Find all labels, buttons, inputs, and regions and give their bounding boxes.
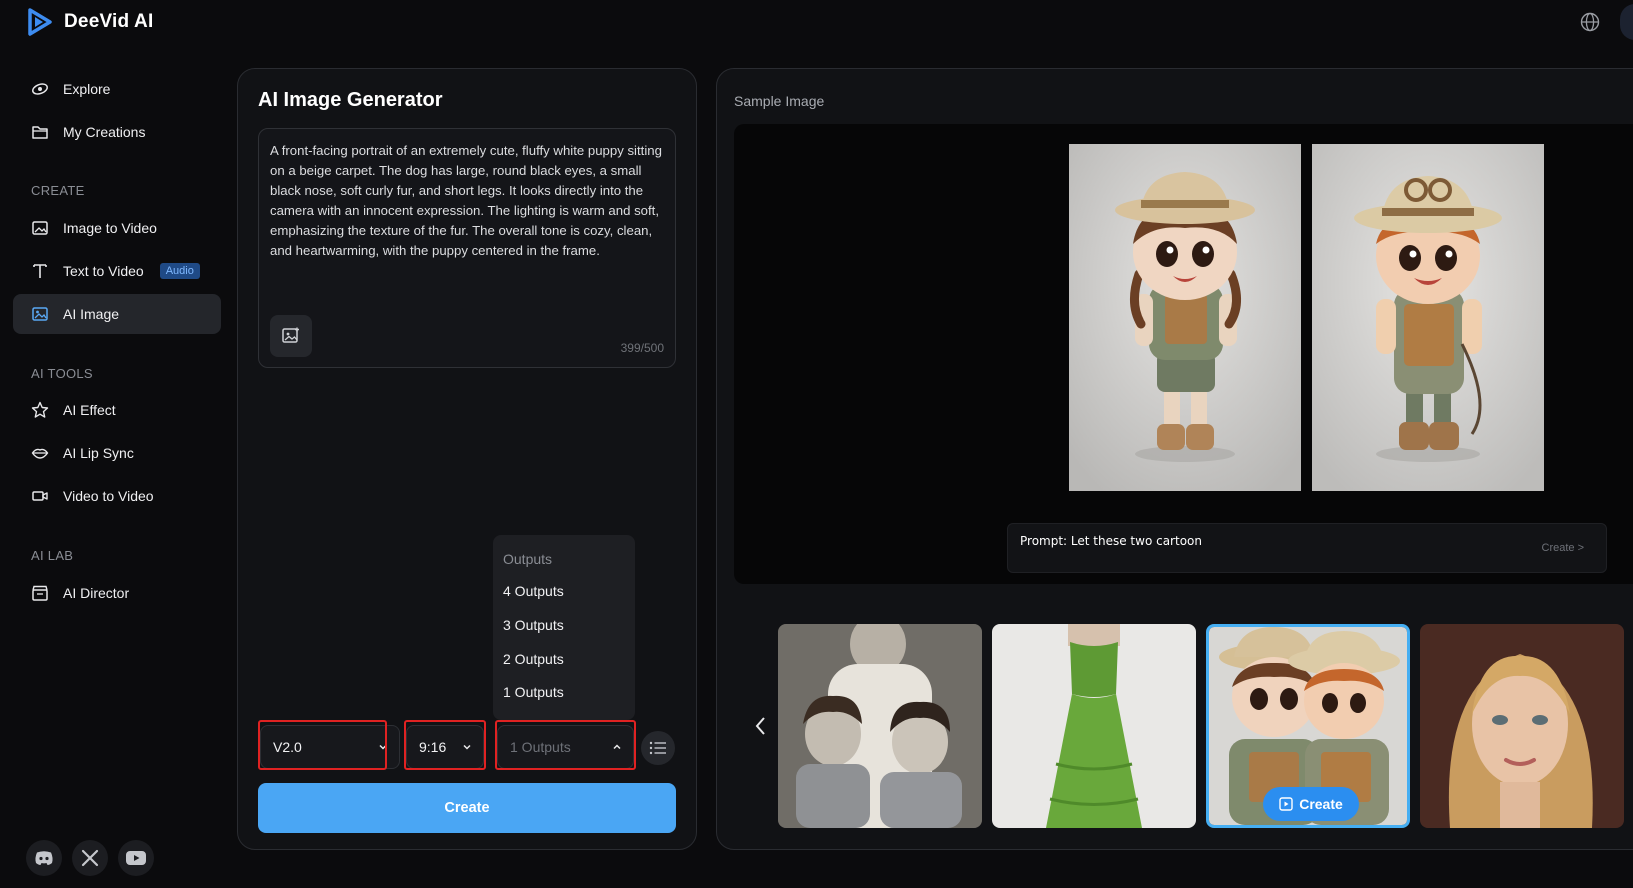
outputs-option-4[interactable]: 4 Outputs xyxy=(503,583,564,599)
thumb-cartoon-kids[interactable]: Create xyxy=(1206,624,1410,828)
video-play-icon xyxy=(1279,797,1293,811)
sidebar-item-label: Image to Video xyxy=(63,220,157,236)
outputs-dropdown-menu: Outputs 4 Outputs 3 Outputs 2 Outputs 1 … xyxy=(493,535,635,720)
model-select[interactable]: V2.0 xyxy=(260,725,400,769)
clapperboard-icon xyxy=(32,585,48,601)
youtube-icon xyxy=(126,851,146,865)
create-button[interactable]: Create xyxy=(258,783,676,833)
sidebar-item-label: Text to Video xyxy=(63,263,144,279)
ratio-value: 9:16 xyxy=(419,739,447,755)
app-name: DeeVid AI xyxy=(64,11,154,32)
sidebar-item-image-to-video[interactable]: Image to Video xyxy=(13,208,221,248)
prompt-textarea[interactable]: A front-facing portrait of an extremely … xyxy=(258,128,676,368)
chevron-up-icon xyxy=(613,744,621,750)
sample-prompt-text: Prompt: Let these two cartoon xyxy=(1020,534,1202,548)
audio-badge: Audio xyxy=(159,263,200,279)
star-icon xyxy=(31,401,49,418)
user-avatar[interactable] xyxy=(1620,4,1633,40)
outputs-option-3[interactable]: 3 Outputs xyxy=(503,617,564,633)
x-link[interactable] xyxy=(72,840,108,876)
sidebar-item-label: AI Director xyxy=(63,585,130,601)
sidebar-item-ai-image[interactable]: AI Image xyxy=(13,294,221,334)
lips-icon xyxy=(31,448,49,459)
discord-icon xyxy=(35,851,53,865)
globe-icon[interactable] xyxy=(1580,12,1600,32)
section-ai-tools-title: AI TOOLS xyxy=(31,366,93,381)
thumb-create-label: Create xyxy=(1299,796,1343,812)
outputs-option-1[interactable]: 1 Outputs xyxy=(503,684,564,700)
sidebar-item-explore[interactable]: Explore xyxy=(13,69,221,109)
chevron-left-icon[interactable] xyxy=(753,715,767,737)
explore-icon xyxy=(32,83,48,95)
sidebar-item-label: AI Effect xyxy=(63,402,116,418)
ratio-select[interactable]: 9:16 xyxy=(406,725,484,769)
outputs-select[interactable]: 1 Outputs xyxy=(497,725,634,769)
image-video-icon xyxy=(32,221,48,235)
sidebar-item-text-to-video[interactable]: Text to Video Audio xyxy=(13,251,221,291)
sidebar-item-label: Explore xyxy=(63,81,111,97)
sample-image-boy xyxy=(1312,144,1544,491)
outputs-menu-header: Outputs xyxy=(503,551,553,567)
sample-panel: Sample Image Prompt: Let these two carto… xyxy=(716,68,1633,850)
char-count: 399/500 xyxy=(620,341,664,355)
outputs-option-2[interactable]: 2 Outputs xyxy=(503,651,564,667)
chevron-down-icon xyxy=(463,744,471,750)
thumb-green-dress[interactable] xyxy=(992,624,1196,828)
settings-list-button[interactable] xyxy=(641,731,675,765)
thumb-blonde-woman[interactable] xyxy=(1420,624,1624,828)
thumb-create-button[interactable]: Create xyxy=(1263,787,1359,821)
list-icon xyxy=(649,741,666,755)
sidebar-item-ai-lip-sync[interactable]: AI Lip Sync xyxy=(13,433,221,473)
sidebar-item-ai-effect[interactable]: AI Effect xyxy=(13,390,221,430)
section-ai-lab-title: AI LAB xyxy=(31,548,74,563)
sample-image-girl xyxy=(1069,144,1301,491)
prompt-text[interactable]: A front-facing portrait of an extremely … xyxy=(270,141,666,261)
image-upload-icon xyxy=(282,327,299,343)
sidebar-item-label: My Creations xyxy=(63,124,146,140)
video-camera-icon xyxy=(32,491,48,501)
section-create-title: CREATE xyxy=(31,183,85,198)
youtube-link[interactable] xyxy=(118,840,154,876)
sample-image-label: Sample Image xyxy=(734,93,825,109)
ai-image-icon xyxy=(32,307,48,321)
model-value: V2.0 xyxy=(273,739,302,755)
sidebar: Explore My Creations CREATE Image to Vid… xyxy=(0,60,230,888)
page-title: AI Image Generator xyxy=(258,89,443,111)
upload-image-button[interactable] xyxy=(270,315,312,357)
sample-prompt-bar: Prompt: Let these two cartoon Create > xyxy=(1007,523,1607,573)
thumb-vintage-family[interactable] xyxy=(778,624,982,828)
discord-link[interactable] xyxy=(26,840,62,876)
sidebar-item-label: AI Lip Sync xyxy=(63,445,134,461)
sidebar-item-ai-director[interactable]: AI Director xyxy=(13,573,221,613)
sidebar-item-my-creations[interactable]: My Creations xyxy=(13,112,221,152)
sidebar-item-label: AI Image xyxy=(63,306,120,322)
sample-create-link[interactable]: Create > xyxy=(1542,542,1585,554)
chevron-down-icon xyxy=(379,744,387,750)
sidebar-item-label: Video to Video xyxy=(63,488,154,504)
deevid-logo-icon xyxy=(28,8,52,36)
text-icon xyxy=(33,264,47,278)
sample-preview: Prompt: Let these two cartoon Create > xyxy=(734,124,1633,584)
social-links xyxy=(26,840,154,876)
outputs-value: 1 Outputs xyxy=(510,739,571,755)
sidebar-item-video-to-video[interactable]: Video to Video xyxy=(13,476,221,516)
folder-icon xyxy=(32,126,48,139)
x-icon xyxy=(81,849,99,867)
app-logo[interactable]: DeeVid AI xyxy=(26,8,153,36)
